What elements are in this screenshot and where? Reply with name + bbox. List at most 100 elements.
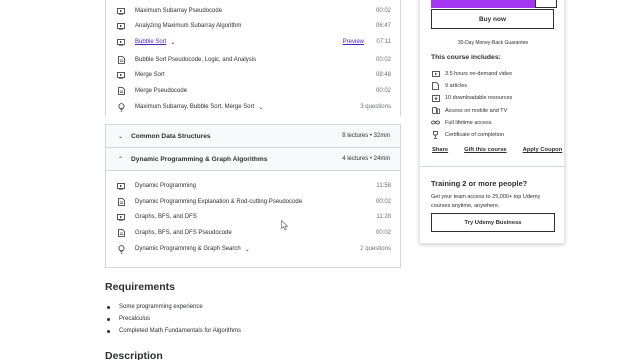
- lecture-duration: 00:02: [375, 88, 391, 94]
- wishlist-button[interactable]: [535, 0, 557, 8]
- video-icon: [116, 21, 126, 31]
- trophy-icon: [431, 131, 440, 139]
- requirement-item: Precalculus: [107, 313, 241, 325]
- lecture-duration: 08:48: [375, 72, 391, 78]
- chevron-down-icon[interactable]: ⌄: [170, 39, 175, 46]
- lecture-duration: 06:47: [375, 23, 391, 29]
- lecture-title: Dynamic Programming Explanation & Rod-cu…: [135, 199, 303, 205]
- gift-course-link[interactable]: Gift this course: [464, 147, 507, 153]
- lecture-item[interactable]: Merge Sort 08:48: [105, 67, 401, 83]
- lecture-item[interactable]: Graphs, BFS, and DFS Pseudocode 00:02: [105, 225, 401, 241]
- lecture-title: Analyzing Maximum Subarray Algorithm: [135, 23, 242, 29]
- mouse-cursor-icon: [281, 220, 289, 231]
- includes-list: 3.5 hours on-demand video 9 articles 10 …: [431, 68, 512, 141]
- requirement-item: Some programming experience: [107, 301, 241, 313]
- document-icon: [116, 86, 126, 96]
- divider: [420, 166, 566, 167]
- section-header-dynamic-programming[interactable]: ⌃ Dynamic Programming & Graph Algorithms…: [105, 147, 401, 171]
- quiz-item[interactable]: Dynamic Programming & Graph Search ⌄ 2 q…: [105, 241, 401, 257]
- lecture-duration: 11:58: [376, 183, 391, 189]
- quiz-title: Maximum Subarray, Bubble Sort, Merge Sor…: [135, 104, 255, 110]
- purchase-sidebar: Buy now 30-Day Money-Back Guarantee This…: [419, 0, 566, 244]
- include-text: 3.5 hours on-demand video: [445, 71, 512, 78]
- download-icon: [431, 94, 440, 102]
- training-text: Get your team access to 25,000+ top Udem…: [431, 194, 541, 209]
- lecture-item[interactable]: Bubble Sort ⌄ Preview 07:11: [105, 34, 401, 50]
- includes-heading: This course includes:: [431, 54, 501, 61]
- video-icon: [116, 181, 126, 191]
- quiz-icon: [116, 244, 126, 254]
- lecture-item[interactable]: Dynamic Programming Explanation & Rod-cu…: [105, 194, 401, 210]
- lecture-title: Graphs, BFS, and DFS: [135, 214, 197, 220]
- requirement-text: Some programming experience: [119, 304, 203, 310]
- quiz-question-count: 3 questions: [360, 104, 391, 110]
- section-meta: 4 lectures • 24min: [342, 156, 390, 162]
- lecture-duration: 00:02: [375, 199, 391, 205]
- lecture-duration: 00:02: [375, 57, 391, 63]
- include-item: 9 articles: [431, 80, 512, 92]
- lecture-item[interactable]: Dynamic Programming 11:58: [105, 178, 401, 194]
- bullet-icon: [107, 317, 110, 321]
- include-text: 9 articles: [445, 83, 468, 90]
- requirement-text: Precalculus: [119, 316, 151, 322]
- chevron-up-icon: ⌃: [118, 156, 124, 163]
- quiz-title: Dynamic Programming & Graph Search: [135, 246, 241, 252]
- video-icon: [116, 37, 126, 47]
- share-link[interactable]: Share: [432, 147, 448, 153]
- include-item: Access on mobile and TV: [431, 105, 512, 117]
- requirement-item: Completed Math Fundamentals for Algorith…: [107, 325, 241, 337]
- training-heading: Training 2 or more people?: [431, 179, 528, 188]
- try-udemy-business-button[interactable]: Try Udemy Business: [431, 213, 555, 232]
- include-item: Full lifetime access: [431, 117, 512, 129]
- video-icon: [116, 212, 126, 222]
- bullet-icon: [107, 305, 110, 309]
- chevron-down-icon[interactable]: ⌄: [245, 246, 250, 253]
- mobile-tv-icon: [431, 107, 440, 115]
- quiz-icon: [116, 102, 126, 112]
- chevron-down-icon: ⌄: [118, 133, 124, 140]
- lecture-item[interactable]: Analyzing Maximum Subarray Algorithm 06:…: [105, 18, 401, 34]
- video-icon: [116, 70, 126, 80]
- action-links: Share Gift this course Apply Coupon: [432, 147, 562, 153]
- include-text: 10 downloadable resources: [445, 95, 513, 102]
- section-header-common-data-structures[interactable]: ⌄ Common Data Structures 8 lectures • 32…: [105, 124, 401, 148]
- lecture-title: Dynamic Programming: [135, 183, 197, 189]
- chevron-down-icon[interactable]: ⌄: [258, 104, 263, 111]
- lecture-title: Merge Sort: [135, 72, 165, 78]
- document-icon: [116, 55, 126, 65]
- video-icon: [431, 70, 440, 78]
- lecture-duration: 00:02: [375, 230, 391, 236]
- quiz-item[interactable]: Maximum Subarray, Bubble Sort, Merge Sor…: [105, 99, 401, 115]
- include-text: Access on mobile and TV: [445, 107, 508, 114]
- preview-link[interactable]: Preview: [343, 39, 364, 45]
- lecture-duration: 00:02: [375, 8, 391, 14]
- bullet-icon: [107, 329, 110, 333]
- lecture-item[interactable]: Maximum Subarray Pseudocode 00:02: [105, 3, 401, 19]
- document-icon: [116, 197, 126, 207]
- include-item: 10 downloadable resources: [431, 92, 512, 104]
- infinity-icon: [431, 119, 440, 127]
- apply-coupon-link[interactable]: Apply Coupon: [523, 147, 563, 153]
- quiz-question-count: 2 questions: [360, 246, 391, 252]
- lecture-title: Graphs, BFS, and DFS Pseudocode: [135, 230, 232, 236]
- lecture-item[interactable]: Graphs, BFS, and DFS 11:28: [105, 209, 401, 225]
- lecture-item[interactable]: Bubble Sort Pseudocode, Logic, and Analy…: [105, 52, 401, 68]
- description-heading: Description: [105, 350, 163, 360]
- lecture-title: Bubble Sort Pseudocode, Logic, and Analy…: [135, 57, 257, 63]
- requirements-list: Some programming experience Precalculus …: [107, 301, 241, 337]
- requirements-heading: Requirements: [105, 281, 176, 293]
- include-text: Full lifetime access: [445, 119, 492, 126]
- lecture-item[interactable]: Merge Pseudocode 00:02: [105, 83, 401, 99]
- lecture-title: Merge Pseudocode: [135, 88, 188, 94]
- include-text: Certificate of completion: [445, 132, 504, 139]
- section-meta: 8 lectures • 32min: [342, 133, 390, 139]
- money-back-guarantee: 30-Day Money-Back Guarantee: [457, 40, 529, 46]
- add-to-cart-button[interactable]: [431, 0, 545, 8]
- lecture-duration: 07:11: [376, 39, 391, 45]
- file-icon: [431, 82, 440, 91]
- include-item: 3.5 hours on-demand video: [431, 68, 512, 80]
- buy-now-button[interactable]: Buy now: [431, 9, 554, 29]
- lecture-title-link[interactable]: Bubble Sort: [135, 39, 166, 45]
- lecture-title: Maximum Subarray Pseudocode: [135, 8, 223, 14]
- video-icon: [116, 6, 126, 16]
